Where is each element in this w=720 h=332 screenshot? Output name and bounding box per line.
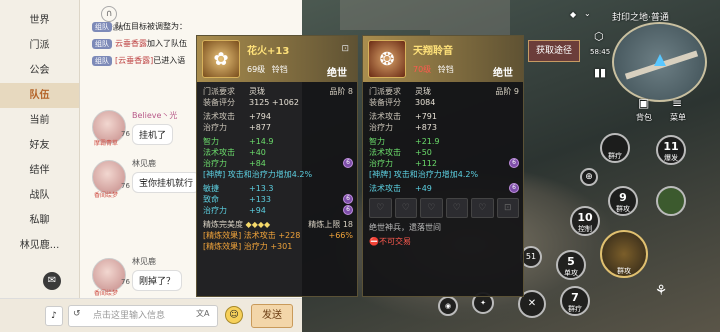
gem-icon: 6 bbox=[343, 194, 353, 204]
translate-icon[interactable]: 文A bbox=[196, 308, 209, 319]
skill-special[interactable] bbox=[656, 186, 686, 216]
chat-input-bar: ♪ 点击这里输入信息 ↺ 文A ☺ 发送 bbox=[0, 298, 302, 332]
menu-label[interactable]: 菜单 bbox=[670, 112, 686, 123]
bell-item-icon: ✿ bbox=[202, 40, 240, 78]
bag-icon[interactable]: ▣ bbox=[638, 96, 649, 110]
chat-bubble: 宝你挂机就行 bbox=[132, 172, 201, 193]
item-tooltip-card: ✿ 花火+13 69级 铃铛 绝世 ⊡ 门派要求 灵珑 品阶 8 装备评分 3125 … bbox=[196, 35, 358, 297]
microphone-icon[interactable]: ♪ bbox=[45, 306, 63, 326]
target-icon[interactable]: ⊕ bbox=[580, 168, 598, 186]
menu-icon[interactable]: ≡ bbox=[672, 96, 682, 110]
gem-icon: 6 bbox=[509, 158, 519, 168]
channel-sect[interactable]: 门派 bbox=[0, 33, 79, 58]
system-message: 组队 云垂香露加入了队伍 bbox=[92, 38, 187, 49]
no-trade-icon: ⛔ bbox=[369, 237, 379, 246]
channel-contact[interactable]: 林见鹿... bbox=[0, 233, 79, 258]
get-route-button[interactable]: 获取途径 bbox=[528, 40, 580, 62]
system-message: 组队 [云垂香露]已进入语 bbox=[92, 55, 185, 66]
history-icon[interactable]: ↺ bbox=[73, 309, 81, 319]
channel-team[interactable]: 队伍 bbox=[0, 83, 79, 108]
avatar[interactable] bbox=[92, 258, 126, 292]
gem-icon: 6 bbox=[509, 183, 519, 193]
gear-icon[interactable]: ⬡ bbox=[594, 30, 604, 43]
chat-channel-nav: 世界 门派 公会 队伍 当前 好友 结伴 战队 私聊 林见鹿... ✉ bbox=[0, 0, 80, 298]
channel-partner[interactable]: 结伴 bbox=[0, 158, 79, 183]
item-name: 花火+13 bbox=[247, 46, 290, 57]
skill-single[interactable]: 5 单攻 bbox=[556, 250, 586, 280]
rarity-label: 绝世 bbox=[493, 68, 513, 79]
headphone-icon: ∩ bbox=[101, 6, 117, 22]
send-button[interactable]: 发送 bbox=[251, 304, 293, 328]
chat-bubble: 刚掉了？ bbox=[132, 270, 183, 291]
channel-friends[interactable]: 好友 bbox=[0, 133, 79, 158]
channel-private[interactable]: 私聊 bbox=[0, 208, 79, 233]
lock-icon[interactable]: ⊡ bbox=[341, 44, 349, 54]
diamond-icon[interactable]: ◆ bbox=[570, 10, 576, 19]
minimap[interactable] bbox=[612, 22, 707, 102]
item-name: 天翔聆音 bbox=[413, 46, 453, 57]
channel-current[interactable]: 当前 bbox=[0, 108, 79, 133]
channel-guild[interactable]: 公会 bbox=[0, 58, 79, 83]
skill-control[interactable]: 10 控制 bbox=[570, 206, 600, 236]
system-message: 组队 队伍目标被调整为： bbox=[92, 21, 187, 32]
channel-squad[interactable]: 战队 bbox=[0, 183, 79, 208]
sender-name[interactable]: 林见鹿 bbox=[132, 256, 156, 267]
chevron-down-icon[interactable]: ⌄ bbox=[584, 9, 591, 18]
auto-run-icon[interactable]: ⚘ bbox=[648, 280, 674, 306]
mail-icon[interactable]: ✉ bbox=[43, 272, 61, 290]
channel-world[interactable]: 世界 bbox=[0, 8, 79, 33]
skill-main-attack[interactable]: 群攻 bbox=[600, 230, 648, 278]
bag-label[interactable]: 背包 bbox=[636, 112, 652, 123]
sender-name[interactable]: 林见鹿 bbox=[132, 158, 156, 169]
stats-icon[interactable]: ▮▮ bbox=[594, 66, 606, 79]
lock-icon: ⊡ bbox=[496, 198, 519, 218]
item-tooltip-card: ❂ 天翔聆音 70级 铃铛 绝世 门派要求 灵珑 品阶 9 装备评分 3084 法术攻… bbox=[362, 35, 524, 297]
gem-icon: 6 bbox=[343, 158, 353, 168]
emoji-icon[interactable]: ☺ bbox=[225, 306, 243, 324]
gem-slots: ♡ ♡ ♡ ♡ ♡ ⊡ bbox=[369, 198, 519, 218]
sender-name[interactable]: Believe丶光 bbox=[132, 110, 177, 121]
bell-item-icon: ❂ bbox=[368, 40, 406, 78]
skill-heal[interactable]: 7 群疗 bbox=[560, 286, 590, 316]
camera-icon[interactable]: ◉ bbox=[438, 296, 458, 316]
skill-group-heal[interactable]: 群疗 bbox=[600, 133, 630, 163]
chat-bubble: 挂机了 bbox=[132, 124, 174, 145]
skill-burst[interactable]: 11 爆发 bbox=[656, 135, 686, 165]
skill-aoe[interactable]: 9 群攻 bbox=[608, 186, 638, 216]
rarity-label: 绝世 bbox=[327, 68, 347, 79]
gem-icon: 6 bbox=[343, 205, 353, 215]
game-time: 58:45 bbox=[590, 48, 611, 56]
